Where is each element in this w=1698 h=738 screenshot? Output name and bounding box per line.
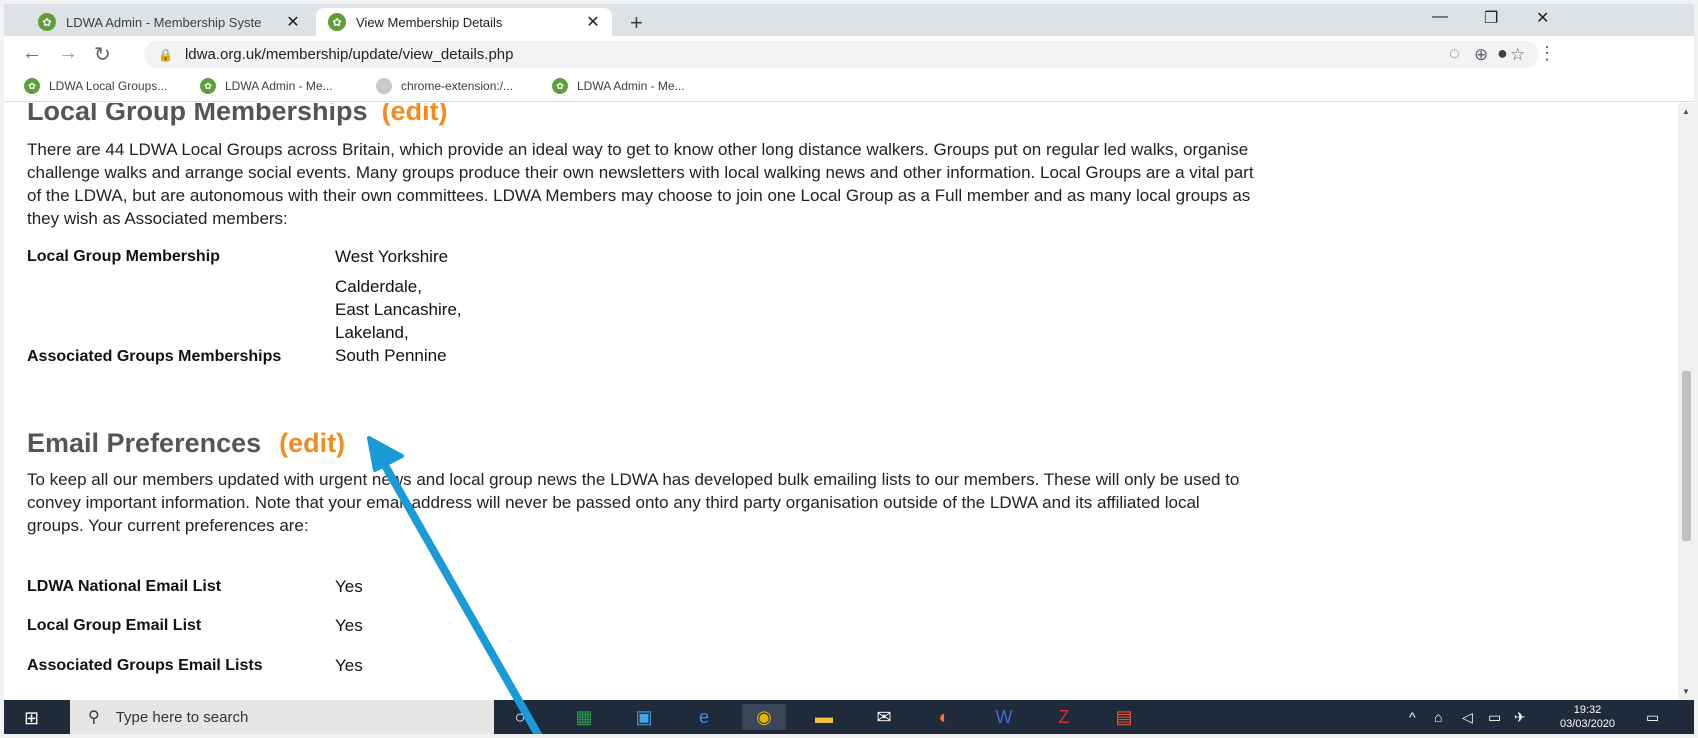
restore-icon[interactable]: ❐ <box>1484 8 1498 28</box>
ldwa-favicon-icon: ✿ <box>24 78 40 94</box>
bookmark-label: LDWA Admin - Me... <box>577 79 685 93</box>
scroll-up-icon[interactable]: ▲ <box>1682 107 1690 116</box>
bookmark-label: chrome-extension:/... <box>401 79 514 93</box>
internet-explorer-icon[interactable]: e <box>682 704 726 730</box>
chrome-icon[interactable]: ◉ <box>742 704 786 730</box>
address-bar[interactable]: 🔒 ldwa.org.uk/membership/update/view_det… <box>144 41 1539 68</box>
menu-kebab-icon[interactable]: ⋮ <box>1538 43 1556 64</box>
associated-email-lists-label: Associated Groups Email Lists <box>27 657 263 674</box>
publisher-icon[interactable]: ▤ <box>1102 704 1146 730</box>
edit-email-preferences-link[interactable]: (edit) <box>279 428 345 458</box>
search-icon: ⚲ <box>88 709 100 726</box>
close-tab-icon[interactable]: ✕ <box>284 12 302 32</box>
minimize-icon[interactable]: — <box>1432 8 1448 26</box>
section-title: Local Group Memberships <box>27 103 368 126</box>
network-icon[interactable]: ⌂ <box>1434 709 1442 725</box>
local-groups-heading: Local Group Memberships (edit) <box>27 103 448 127</box>
firefox-icon[interactable]: ◐ <box>922 704 966 730</box>
filezilla-icon[interactable]: Z <box>1042 704 1086 730</box>
word-icon[interactable]: W <box>982 704 1026 730</box>
bookmark-label: LDWA Admin - Me... <box>225 79 333 93</box>
extension-icon[interactable]: ◌ <box>1449 43 1460 64</box>
close-window-icon[interactable]: ✕ <box>1536 8 1549 28</box>
volume-muted-icon[interactable]: ◁ <box>1462 709 1473 726</box>
excel-icon[interactable]: ▦ <box>562 704 606 730</box>
associated-groups-label: Associated Groups Memberships <box>27 348 282 365</box>
taskbar-search-box[interactable]: ⚲ Type here to search <box>70 700 494 734</box>
url-text: ldwa.org.uk/membership/update/view_detai… <box>184 46 514 63</box>
local-groups-intro: There are 44 LDWA Local Groups across Br… <box>27 140 1254 228</box>
battery-icon[interactable]: ▭ <box>1488 709 1501 726</box>
email-preferences-intro: To keep all our members updated with urg… <box>27 470 1240 535</box>
forward-icon[interactable]: → <box>58 42 78 65</box>
back-icon[interactable]: ← <box>22 42 42 65</box>
page-scrollbar[interactable]: ▲ ▼ <box>1678 103 1694 700</box>
scroll-thumb[interactable] <box>1682 371 1691 541</box>
bookmark-item[interactable]: ✿ LDWA Admin - Me... <box>200 78 333 94</box>
browser-toolbar: ← → ↻ 🔒 ldwa.org.uk/membership/update/vi… <box>4 36 1694 72</box>
tab-title: View Membership Details <box>356 14 503 30</box>
national-email-list-value: Yes <box>335 577 363 596</box>
local-group-membership-label: Local Group Membership <box>27 248 220 265</box>
national-email-list-label: LDWA National Email List <box>27 578 222 595</box>
windows-taskbar: ⊞ ⚲ Type here to search ○ ▦ ▣ e ◉ ▬ ✉ ◐ … <box>4 700 1694 734</box>
associated-group-value: East Lancashire, <box>335 300 462 319</box>
bookmarks-bar: ✿ LDWA Local Groups... ✿ LDWA Admin - Me… <box>4 72 1694 102</box>
bookmark-star-icon[interactable]: ☆ <box>1510 45 1525 65</box>
ldwa-favicon-icon: ✿ <box>200 78 216 94</box>
lock-icon: 🔒 <box>158 47 173 62</box>
edit-local-groups-link[interactable]: (edit) <box>382 103 448 126</box>
clock-date: 03/03/2020 <box>1560 718 1616 730</box>
tab-view-membership-details[interactable]: ✿ View Membership Details ✕ <box>316 8 612 36</box>
local-group-membership-value: West Yorkshire <box>335 247 449 266</box>
notifications-icon[interactable]: ▭ <box>1646 709 1659 726</box>
reload-icon[interactable]: ↻ <box>94 42 111 67</box>
zoom-icon[interactable]: ⊕ <box>1474 45 1488 65</box>
search-placeholder: Type here to search <box>115 708 249 726</box>
ldwa-favicon-icon: ✿ <box>38 13 56 31</box>
browser-tab-strip: ✿ LDWA Admin - Membership Syste ✕ ✿ View… <box>4 4 1694 36</box>
scroll-down-icon[interactable]: ▼ <box>1682 687 1690 696</box>
bookmark-item[interactable]: ◌ chrome-extension:/... <box>376 78 513 94</box>
ldwa-favicon-icon: ✿ <box>552 78 568 94</box>
extension-favicon-icon: ◌ <box>376 78 392 94</box>
taskbar-clock[interactable]: 19:32 03/03/2020 <box>1560 703 1615 731</box>
email-preferences-heading: Email Preferences (edit) <box>27 428 345 459</box>
page-content: Local Group Memberships (edit) There are … <box>4 103 1678 700</box>
tab-ldwa-admin[interactable]: ✿ LDWA Admin - Membership Syste ✕ <box>26 8 312 36</box>
remote-desktop-icon[interactable]: ▣ <box>622 704 666 730</box>
mail-icon[interactable]: ✉ <box>862 704 906 730</box>
profile-avatar-icon[interactable]: ● <box>1497 43 1508 64</box>
bookmark-item[interactable]: ✿ LDWA Local Groups... <box>24 78 167 94</box>
new-tab-button[interactable]: + <box>630 10 643 36</box>
associated-group-value: South Pennine <box>335 346 447 365</box>
associated-group-value: Calderdale, <box>335 277 422 296</box>
associated-email-lists-value: Yes <box>335 656 363 675</box>
local-group-email-list-label: Local Group Email List <box>27 617 202 634</box>
bookmark-item[interactable]: ✿ LDWA Admin - Me... <box>552 78 685 94</box>
airplane-mode-icon[interactable]: ✈ <box>1514 709 1526 726</box>
clock-time: 19:32 <box>1573 704 1602 716</box>
file-explorer-icon[interactable]: ▬ <box>802 704 846 730</box>
section-title: Email Preferences <box>27 428 262 458</box>
tab-title: LDWA Admin - Membership Syste <box>66 14 262 30</box>
close-tab-icon[interactable]: ✕ <box>584 12 602 32</box>
windows-start-icon[interactable]: ⊞ <box>24 708 39 729</box>
cortana-icon[interactable]: ○ <box>498 704 542 730</box>
show-hidden-icons-icon[interactable]: ^ <box>1409 709 1416 725</box>
local-group-email-list-value: Yes <box>335 616 363 635</box>
ldwa-favicon-icon: ✿ <box>328 13 346 31</box>
bookmark-label: LDWA Local Groups... <box>49 79 168 93</box>
associated-group-value: Lakeland, <box>335 323 409 342</box>
